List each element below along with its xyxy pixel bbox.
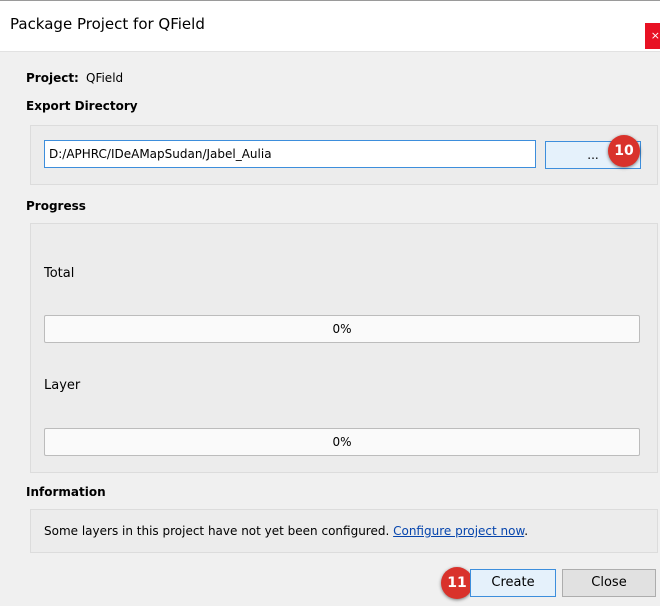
progress-heading: Progress bbox=[26, 199, 86, 213]
package-project-dialog: Package Project for QField × Project: QF… bbox=[0, 0, 660, 606]
layer-progress-text: 0% bbox=[332, 435, 352, 449]
export-directory-input[interactable] bbox=[44, 140, 536, 168]
step-badge-11: 11 bbox=[441, 567, 473, 599]
information-trailing: . bbox=[524, 524, 529, 538]
layer-progress-label: Layer bbox=[44, 378, 81, 393]
project-name: QField bbox=[86, 71, 124, 85]
information-text: Some layers in this project have not yet… bbox=[44, 524, 394, 538]
export-directory-heading: Export Directory bbox=[26, 99, 138, 113]
step-badge-10: 10 bbox=[608, 135, 640, 167]
layer-progress-bar: 0% bbox=[44, 428, 640, 456]
project-label: Project: bbox=[26, 71, 79, 85]
total-progress-bar: 0% bbox=[44, 315, 640, 343]
create-button[interactable]: Create bbox=[470, 569, 556, 597]
title-bar: Package Project for QField × bbox=[0, 1, 660, 52]
close-button[interactable]: Close bbox=[562, 569, 656, 597]
total-progress-text: 0% bbox=[332, 322, 352, 336]
window-title: Package Project for QField bbox=[10, 15, 205, 33]
information-heading: Information bbox=[26, 485, 106, 499]
close-window-icon[interactable]: × bbox=[645, 23, 660, 49]
total-progress-label: Total bbox=[44, 266, 75, 281]
configure-project-link[interactable]: Configure project now bbox=[393, 524, 524, 538]
information-message: Some layers in this project have not yet… bbox=[44, 524, 528, 538]
